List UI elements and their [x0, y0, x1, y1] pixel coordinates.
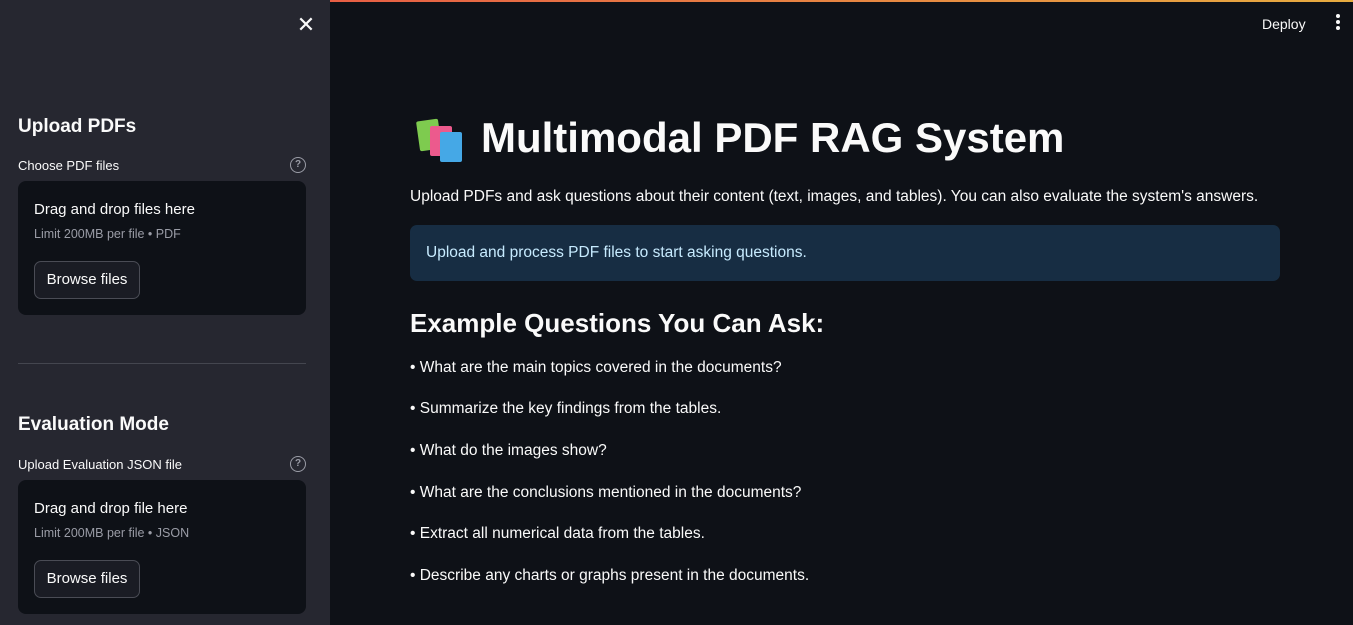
info-message: Upload and process PDF files to start as…: [426, 244, 807, 261]
dropzone-title: Drag and drop file here: [34, 500, 188, 517]
upload-pdfs-section: Upload PDFs: [18, 116, 306, 138]
evaluation-json-label: Upload Evaluation JSON file: [18, 457, 183, 472]
dropzone-title: Drag and drop files here: [34, 201, 195, 218]
examples-heading: Example Questions You Can Ask:: [410, 308, 825, 338]
example-question: • What are the main topics covered in th…: [410, 359, 782, 376]
choose-pdf-label-row: Choose PDF files ?: [18, 157, 306, 175]
evaluation-label-row: Upload Evaluation JSON file ?: [18, 456, 306, 474]
browse-files-button[interactable]: Browse files: [34, 261, 140, 299]
example-question: • Describe any charts or graphs present …: [410, 567, 810, 584]
upload-pdfs-heading: Upload PDFs: [18, 116, 137, 137]
close-icon[interactable]: ✕: [294, 14, 318, 38]
books-icon: [416, 114, 466, 162]
dropzone-limit: Limit 200MB per file • PDF: [34, 227, 181, 241]
choose-pdf-label: Choose PDF files: [18, 158, 120, 173]
pdf-dropzone[interactable]: Drag and drop files here Limit 200MB per…: [18, 181, 306, 315]
json-dropzone[interactable]: Drag and drop file here Limit 200MB per …: [18, 480, 306, 614]
help-icon[interactable]: ?: [290, 456, 306, 472]
page-title-row: Multimodal PDF RAG System: [416, 114, 1064, 162]
browse-files-button[interactable]: Browse files: [34, 560, 140, 598]
more-menu-icon[interactable]: [1330, 14, 1346, 34]
evaluation-heading: Evaluation Mode: [18, 414, 169, 435]
page-subtitle: Upload PDFs and ask questions about thei…: [410, 188, 1259, 205]
example-question: • Summarize the key findings from the ta…: [410, 400, 722, 417]
example-question: • What do the images show?: [410, 442, 607, 459]
sidebar: ✕ Upload PDFs Choose PDF files ? Drag an…: [0, 0, 330, 625]
dropzone-limit: Limit 200MB per file • JSON: [34, 526, 190, 540]
evaluation-section: Evaluation Mode: [18, 414, 306, 436]
info-alert: Upload and process PDF files to start as…: [410, 225, 1280, 281]
example-question: • Extract all numerical data from the ta…: [410, 525, 705, 542]
example-question: • What are the conclusions mentioned in …: [410, 484, 802, 501]
help-icon[interactable]: ?: [290, 157, 306, 173]
deploy-button[interactable]: Deploy: [1262, 16, 1306, 32]
sidebar-divider: [18, 363, 306, 364]
page-title: Multimodal PDF RAG System: [481, 114, 1065, 161]
